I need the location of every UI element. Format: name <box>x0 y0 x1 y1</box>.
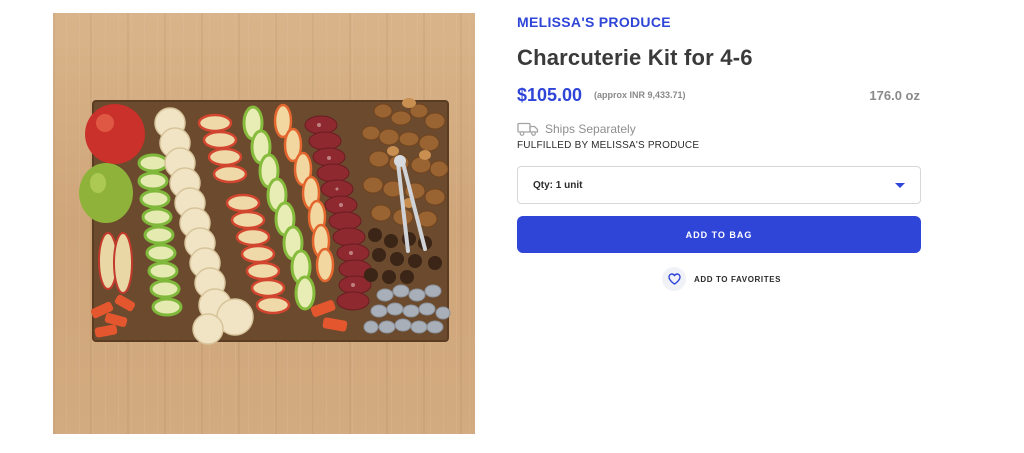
product-title: Charcuterie Kit for 4-6 <box>517 45 753 70</box>
quantity-select[interactable]: Qty: 1 unit <box>517 166 921 204</box>
add-to-favorites-button[interactable]: ADD TO FAVORITES <box>662 267 782 291</box>
chevron-down-icon <box>895 182 905 188</box>
add-to-bag-button[interactable]: ADD TO BAG <box>517 216 921 253</box>
quantity-value: Qty: 1 unit <box>533 179 583 191</box>
shipping-note: Ships Separately <box>517 121 636 137</box>
product-price: $105.00 <box>517 85 583 105</box>
truck-icon <box>517 122 539 136</box>
add-to-favorites-label: ADD TO FAVORITES <box>694 274 782 284</box>
fulfilled-by: FULFILLED BY MELISSA'S PRODUCE <box>517 140 700 151</box>
charcuterie-board-illustration <box>79 98 451 345</box>
heart-icon-wrapper <box>662 267 686 291</box>
heart-icon <box>667 273 681 285</box>
brand-link[interactable]: MELISSA'S PRODUCE <box>517 14 671 30</box>
approx-price: (approx INR 9,433.71) <box>594 90 686 100</box>
product-image[interactable] <box>53 13 475 434</box>
product-weight: 176.0 oz <box>869 88 920 103</box>
shipping-note-label: Ships Separately <box>545 122 636 136</box>
